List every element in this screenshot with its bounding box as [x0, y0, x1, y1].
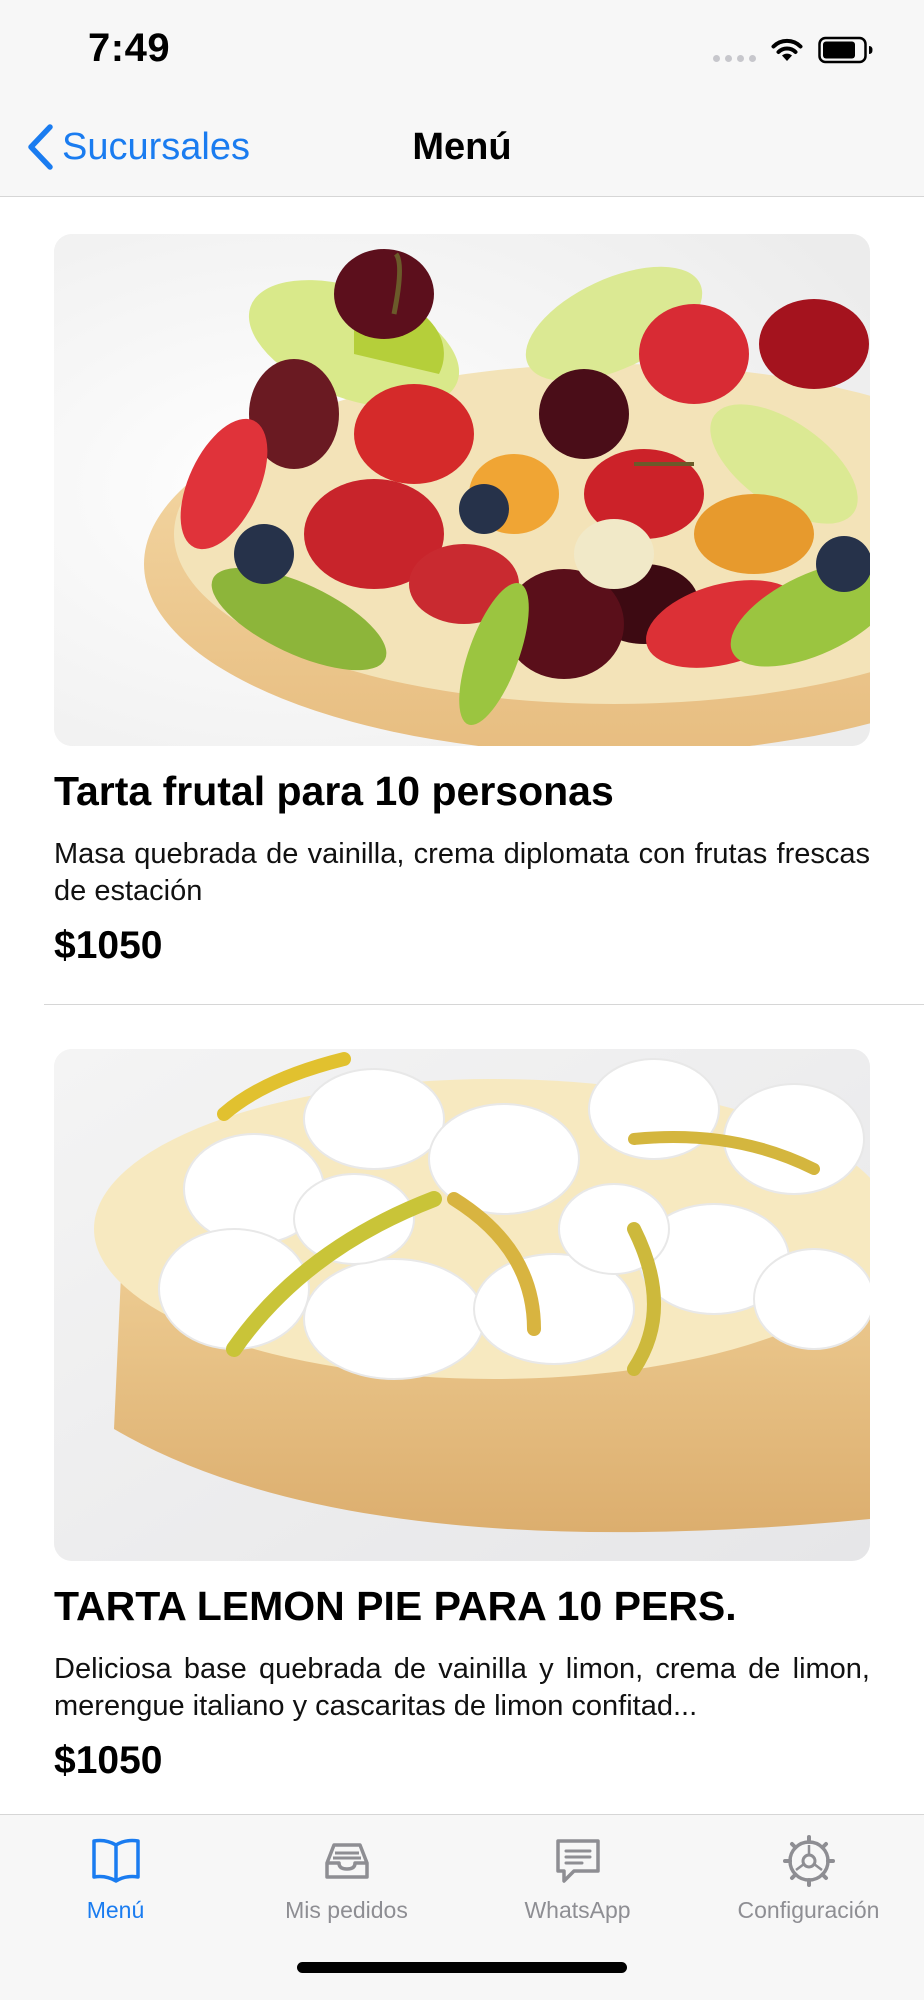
tab-configuracion[interactable]: Configuración [693, 1833, 924, 1933]
status-icons [713, 34, 874, 66]
tab-label: Configuración [737, 1897, 880, 1923]
tab-label: Mis pedidos [285, 1897, 408, 1923]
home-indicator[interactable] [297, 1962, 627, 1973]
tab-label: Menú [86, 1897, 145, 1923]
battery-icon [818, 36, 873, 64]
fruit-tart-image [54, 234, 870, 746]
menu-item-name: TARTA LEMON PIE PARA 10 PERS. [54, 1583, 737, 1629]
menu-item[interactable]: TARTA LEMON PIE PARA 10 PERS. Deliciosa … [0, 1013, 924, 1814]
tab-mis-pedidos[interactable]: Mis pedidos [231, 1833, 462, 1933]
status-time: 7:49 [88, 26, 171, 70]
menu-item-name: Tarta frutal para 10 personas [54, 768, 614, 814]
wifi-icon [771, 38, 803, 61]
lemon-pie-image [54, 1049, 870, 1561]
gear-icon [782, 1835, 835, 1887]
menu-item-description: Deliciosa base quebrada de vainilla y li… [54, 1653, 870, 1722]
status-bar: 7:49 [0, 0, 924, 100]
book-icon [91, 1838, 140, 1883]
menu-list[interactable]: Tarta frutal para 10 personas Masa quebr… [0, 198, 924, 1814]
menu-item-price: $1050 [54, 924, 163, 967]
cellular-signal-icon [713, 38, 756, 62]
navigation-bar: Sucursales Menú [0, 100, 924, 197]
divider [44, 1004, 924, 1005]
tab-menu[interactable]: Menú [0, 1833, 231, 1933]
chat-bubble-icon [555, 1839, 600, 1883]
tab-label: WhatsApp [524, 1897, 631, 1923]
menu-item-description: Masa quebrada de vainilla, crema diploma… [54, 838, 870, 907]
tray-icon [324, 1843, 369, 1879]
page-title: Menú [412, 126, 512, 168]
menu-item-price: $1050 [54, 1739, 163, 1782]
tab-whatsapp[interactable]: WhatsApp [462, 1833, 693, 1933]
menu-item[interactable]: Tarta frutal para 10 personas Masa quebr… [0, 198, 924, 1013]
